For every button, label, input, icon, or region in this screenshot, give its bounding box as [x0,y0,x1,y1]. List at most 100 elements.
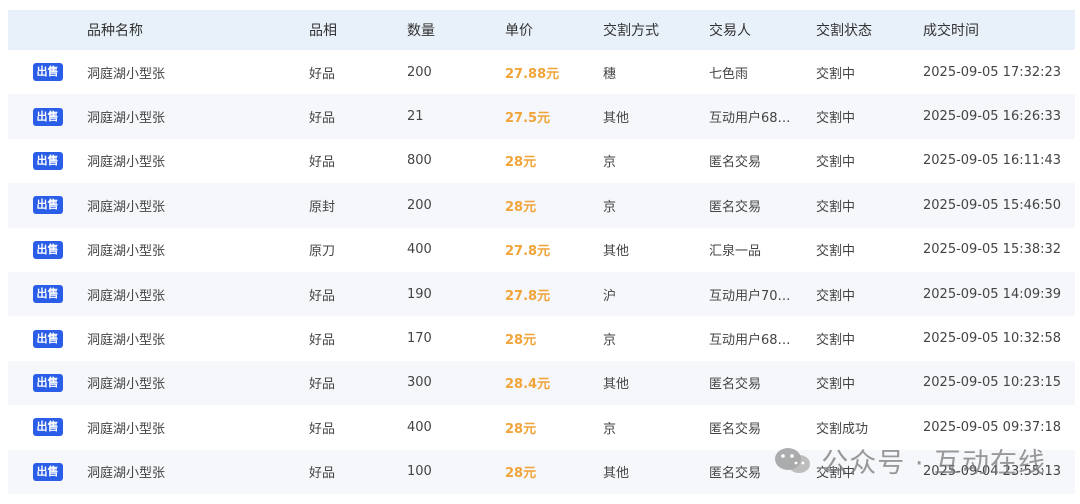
sell-badge-col: 出售 [8,361,87,405]
header-badge-col [8,10,87,50]
variety-name-col: 洞庭湖小型张 [87,450,309,494]
condition-col: 好品 [309,94,407,138]
quantity-col: 170 [407,316,505,360]
sell-badge: 出售 [32,329,63,348]
delivery-method-col: 京 [603,316,709,360]
table-row[interactable]: 出售 洞庭湖小型张 好品 21 27.5元 其他 互动用户685… 交割中 2025-09-05… [8,94,1075,139]
header-quantity: 数量 [407,23,435,39]
trade-time-cell: 2025-09-05 15:38:32 [923,242,1062,258]
quantity-col: 200 [407,183,505,227]
price-col: 27.8元 [505,228,603,272]
condition-cell: 好品 [309,66,336,82]
delivery-status-cell: 交割中 [816,199,856,215]
variety-name-col: 洞庭湖小型张 [87,94,309,138]
condition-cell: 好品 [309,333,336,349]
delivery-method-cell: 沪 [603,288,617,304]
header-condition: 品相 [309,23,337,39]
delivery-method-col: 其他 [603,450,709,494]
delivery-status-col: 交割中 [816,94,923,138]
variety-name: 洞庭湖小型张 [87,333,166,349]
sell-badge: 出售 [32,462,63,481]
condition-col: 好品 [309,405,407,449]
trader-cell: 匿名交易 [709,466,762,482]
header-time: 成交时间 [923,23,979,39]
quantity-cell: 400 [407,419,432,435]
delivery-method-col: 京 [603,139,709,183]
quantity-cell: 200 [407,197,432,213]
table-row[interactable]: 出售 洞庭湖小型张 原刀 400 27.8元 其他 汇泉一品 交割中 2025-09-05 15… [8,228,1075,272]
quantity-col: 400 [407,405,505,449]
sell-badge-col: 出售 [8,139,87,183]
quantity-col: 200 [407,50,505,94]
sell-badge: 出售 [32,196,63,215]
table-row[interactable]: 出售 洞庭湖小型张 好品 800 28元 京 匿名交易 交割中 2025-09-05 16:11… [8,139,1075,183]
condition-col: 好品 [309,450,407,494]
price-cell: 27.8元 [505,288,551,304]
delivery-status-cell: 交割中 [816,377,856,393]
variety-name: 洞庭湖小型张 [87,288,166,304]
variety-name: 洞庭湖小型张 [87,466,166,482]
trader-cell: 七色雨 [709,66,749,82]
condition-cell: 好品 [309,377,336,393]
sell-badge: 出售 [32,107,63,126]
delivery-status-cell: 交割中 [816,244,856,260]
delivery-status-cell: 交割中 [816,155,856,171]
condition-cell: 原封 [309,199,336,215]
trade-time-cell: 2025-09-05 14:09:39 [923,286,1062,302]
table-row[interactable]: 出售 洞庭湖小型张 好品 170 28元 京 互动用户685… 交割中 2025-09-05 1… [8,316,1075,360]
delivery-method-col: 京 [603,405,709,449]
delivery-method-cell: 京 [603,333,617,349]
delivery-status-col: 交割中 [816,228,923,272]
trade-time-col: 2025-09-05 15:38:32 [923,228,1073,272]
price-col: 28.4元 [505,361,603,405]
delivery-status-col: 交割中 [816,139,923,183]
trade-time-cell: 2025-09-05 10:32:58 [923,331,1062,347]
quantity-cell: 21 [407,109,424,125]
price-cell: 27.88元 [505,66,560,82]
trader-cell: 匿名交易 [709,421,762,437]
price-cell: 27.5元 [505,111,551,127]
delivery-status-cell: 交割中 [816,111,856,127]
variety-name: 洞庭湖小型张 [87,66,166,82]
delivery-method-cell: 其他 [603,111,630,127]
table-row[interactable]: 出售 洞庭湖小型张 好品 190 27.8元 沪 互动用户701… 交割中 2025-09-05… [8,271,1075,317]
table-row[interactable]: 出售 洞庭湖小型张 好品 200 27.88元 穗 七色雨 交割中 2025-09-05 17:… [8,50,1075,94]
watermark-text: 公众号 · 互动在线 [821,448,1046,479]
quantity-col: 190 [407,272,505,316]
variety-name: 洞庭湖小型张 [87,244,166,260]
trade-time-col: 2025-09-05 10:32:58 [923,316,1073,360]
delivery-status-cell: 交割成功 [816,421,869,437]
trade-time-col: 2025-09-05 15:46:50 [923,183,1073,227]
sell-badge-col: 出售 [8,405,87,449]
sell-badge: 出售 [32,151,63,170]
trader-col: 匿名交易 [709,183,816,227]
condition-col: 原封 [309,183,407,227]
trade-time-cell: 2025-09-05 17:32:23 [923,64,1062,80]
delivery-method-cell: 其他 [603,466,630,482]
condition-col: 好品 [309,316,407,360]
trader-cell: 匿名交易 [709,199,762,215]
delivery-method-cell: 穗 [603,66,617,82]
delivery-status-cell: 交割中 [816,333,856,349]
variety-name-col: 洞庭湖小型张 [87,139,309,183]
price-cell: 28元 [505,466,537,482]
quantity-col: 21 [407,94,505,138]
trade-time-cell: 2025-09-05 10:23:15 [923,375,1062,391]
header-name: 品种名称 [87,23,143,39]
condition-cell: 好品 [309,288,336,304]
price-col: 27.8元 [505,272,603,316]
price-col: 27.88元 [505,50,603,94]
condition-cell: 好品 [309,155,336,171]
trader-cell: 匿名交易 [709,377,762,393]
trader-cell: 互动用户685… [709,333,797,349]
variety-name-col: 洞庭湖小型张 [87,272,309,316]
table-row[interactable]: 出售 洞庭湖小型张 好品 300 28.4元 其他 匿名交易 交割中 2025-09-05 10… [8,360,1075,406]
price-col: 28元 [505,450,603,494]
trader-cell: 汇泉一品 [709,244,762,260]
trade-time-cell: 2025-09-05 09:37:18 [923,419,1062,435]
table-row[interactable]: 出售 洞庭湖小型张 原封 200 28元 京 匿名交易 交割中 2025-09-05 15:46… [8,183,1075,228]
trade-time-col: 2025-09-05 14:09:39 [923,272,1073,316]
delivery-status-col: 交割中 [816,272,923,316]
quantity-cell: 300 [407,375,432,391]
delivery-method-col: 其他 [603,94,709,138]
